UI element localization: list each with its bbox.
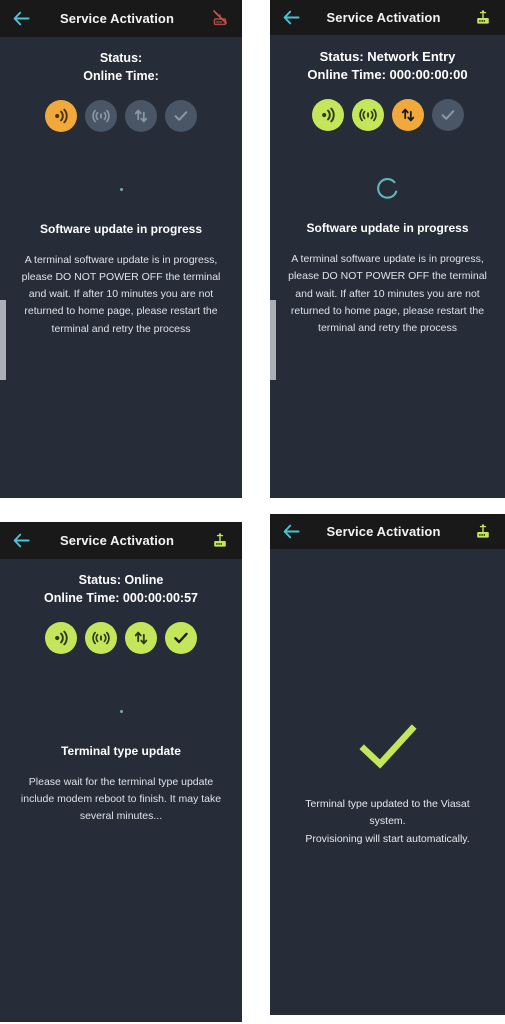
- online-time-label: Online Time: 000:00:00:57: [43, 590, 198, 605]
- message-block: Software update in progress A terminal s…: [270, 221, 505, 338]
- page-title: Service Activation: [326, 10, 441, 25]
- status-label: Status: Network Entry: [319, 49, 456, 64]
- loading-spinner: [0, 160, 242, 220]
- antenna-icon: [351, 98, 384, 131]
- online-time-label: Online Time: 000:00:00:00: [307, 67, 468, 83]
- app-bar: Service Activation: [270, 514, 505, 549]
- success-check-area: [270, 724, 505, 770]
- loading-spinner: [0, 682, 242, 742]
- success-message-line-2: Provisioning will start automatically.: [305, 832, 470, 845]
- phone-panel-4: Service Activation Terminal type updated: [270, 514, 505, 1015]
- modem-connected-icon[interactable]: [473, 522, 493, 542]
- message-block: Terminal type update Please wait for the…: [0, 744, 242, 826]
- data-transfer-icon: [125, 99, 157, 132]
- screenshot-sheet: Service Activation Status: Online Time:: [0, 0, 505, 1024]
- check-icon: [431, 98, 464, 131]
- page-title: Service Activation: [59, 533, 175, 548]
- signal-strength-icon: [45, 99, 77, 132]
- message-title: Software update in progress: [306, 220, 469, 235]
- app-bar: Service Activation: [0, 522, 242, 559]
- data-transfer-icon: [391, 98, 424, 131]
- status-block: Status: Online Online Time: 000:00:00:57: [0, 559, 242, 608]
- check-icon: [165, 99, 197, 132]
- progress-icon-row: [0, 621, 242, 654]
- signal-strength-icon: [45, 621, 77, 654]
- spinner-dot: [119, 710, 123, 713]
- app-bar: Service Activation: [270, 0, 505, 35]
- message-title: Software update in progress: [39, 221, 203, 236]
- modem-disconnected-icon[interactable]: [210, 9, 230, 29]
- data-transfer-icon: [125, 621, 157, 654]
- status-label: Status:: [99, 51, 143, 65]
- success-message: Terminal type updated to the Viasat syst…: [270, 796, 505, 848]
- message-body: Please wait for the terminal type update…: [20, 775, 222, 823]
- app-bar: Service Activation: [0, 0, 242, 37]
- spinner-dot: [119, 188, 123, 191]
- modem-connected-icon[interactable]: [210, 531, 230, 551]
- modem-connected-icon[interactable]: [473, 8, 493, 28]
- antenna-icon: [85, 99, 117, 132]
- check-icon: [165, 621, 197, 654]
- loading-spinner: [270, 159, 505, 219]
- status-block: Status: Online Time:: [0, 37, 242, 86]
- antenna-icon: [85, 621, 117, 654]
- message-title: Terminal type update: [61, 743, 181, 758]
- page-title: Service Activation: [326, 524, 441, 539]
- message-block: Software update in progress A terminal s…: [0, 222, 242, 339]
- progress-icon-row: [270, 98, 505, 131]
- phone-panel-1: Service Activation Status: Online Time:: [0, 0, 242, 498]
- phone-panel-2: Service Activation Status: Network Entry…: [270, 0, 505, 498]
- large-check-icon: [358, 724, 417, 769]
- status-block: Status: Network Entry Online Time: 000:0…: [270, 35, 505, 85]
- message-body: A terminal software update is in progres…: [288, 252, 487, 335]
- progress-icon-row: [0, 99, 242, 132]
- spinner-arc-icon: [376, 177, 397, 199]
- signal-strength-icon: [311, 98, 344, 131]
- success-message-line-1: Terminal type updated to the Viasat syst…: [305, 798, 470, 828]
- status-label: Status: Online: [78, 573, 164, 587]
- online-time-label: Online Time:: [83, 68, 159, 83]
- scrollbar-thumb[interactable]: [270, 300, 276, 380]
- scrollbar-thumb[interactable]: [0, 300, 6, 380]
- page-title: Service Activation: [59, 11, 175, 26]
- phone-panel-3: Service Activation Status: Online Online…: [0, 522, 242, 1022]
- message-body: A terminal software update is in progres…: [21, 253, 221, 335]
